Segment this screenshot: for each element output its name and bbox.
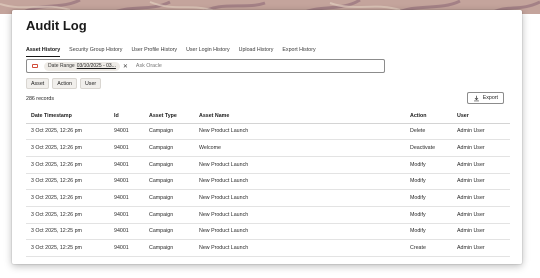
cell-asset-name: New Product Launch: [194, 156, 405, 174]
cell-action: Modify: [405, 173, 452, 191]
cell-asset-type: Campaign: [144, 156, 194, 174]
table-row[interactable]: 3 Oct 2025, 12:25 pm 94001 Campaign New …: [26, 239, 510, 257]
cell-asset-type: Campaign: [144, 139, 194, 157]
table-row[interactable]: 3 Oct 2025, 12:26 pm 94001 Campaign Welc…: [26, 139, 510, 157]
cell-id: 94001: [109, 223, 144, 241]
cell-id: 94001: [109, 123, 144, 141]
date-range-chip[interactable]: Date Range 03/10/2025 - 03...: [44, 61, 120, 71]
cell-user: Admin User: [452, 239, 510, 257]
column-header-asset-type[interactable]: Asset Type: [144, 110, 194, 124]
cell-asset-name: New Product Launch: [194, 123, 405, 141]
search-bar[interactable]: Date Range 03/10/2025 - 03... ✕: [26, 59, 385, 73]
cell-asset-name: New Product Launch: [194, 206, 405, 224]
cell-user: Admin User: [452, 139, 510, 157]
table-row[interactable]: 3 Oct 2025, 12:26 pm 94001 Campaign New …: [26, 189, 510, 207]
cell-date: 3 Oct 2025, 12:26 pm: [26, 156, 109, 174]
cell-date: 3 Oct 2025, 12:26 pm: [26, 189, 109, 207]
cell-asset-name: New Product Launch: [194, 173, 405, 191]
cell-action: Modify: [405, 156, 452, 174]
cell-id: 94001: [109, 173, 144, 191]
cell-id: 94001: [109, 206, 144, 224]
download-icon: [473, 95, 479, 101]
table-row[interactable]: 3 Oct 2025, 12:26 pm 94001 Campaign New …: [26, 173, 510, 191]
export-label: Export: [482, 95, 498, 101]
table-header: Date Timestamp Id Asset Type Asset Name …: [26, 110, 510, 124]
tab-user-login-history[interactable]: User Login History: [186, 47, 230, 57]
table-row[interactable]: 3 Oct 2025, 12:25 pm 94001 Campaign New …: [26, 223, 510, 241]
cell-user: Admin User: [452, 123, 510, 141]
quick-filters: Asset Action User: [26, 78, 102, 89]
cell-date: 3 Oct 2025, 12:25 pm: [26, 239, 109, 257]
tab-bar: Asset History Security Group History Use…: [26, 47, 325, 57]
cell-asset-name: New Product Launch: [194, 239, 405, 257]
cell-action: Delete: [405, 123, 452, 141]
cell-user: Admin User: [452, 156, 510, 174]
cell-action: Modify: [405, 206, 452, 224]
tab-upload-history[interactable]: Upload History: [239, 47, 274, 57]
column-header-date[interactable]: Date Timestamp: [26, 110, 109, 124]
cell-id: 94001: [109, 139, 144, 157]
column-header-action[interactable]: Action: [405, 110, 452, 124]
cell-user: Admin User: [452, 223, 510, 241]
page-title: Audit Log: [26, 18, 87, 33]
chip-value: 03/10/2025 - 03...: [76, 63, 116, 69]
audit-table: Date Timestamp Id Asset Type Asset Name …: [26, 110, 510, 257]
close-icon[interactable]: ✕: [123, 63, 128, 70]
search-input[interactable]: [135, 63, 256, 69]
filter-asset-button[interactable]: Asset: [26, 78, 50, 89]
cell-action: Create: [405, 239, 452, 257]
cell-date: 3 Oct 2025, 12:25 pm: [26, 223, 109, 241]
cell-asset-type: Campaign: [144, 189, 194, 207]
cell-user: Admin User: [452, 173, 510, 191]
cell-asset-name: Welcome: [194, 139, 405, 157]
cell-asset-type: Campaign: [144, 223, 194, 241]
column-header-user[interactable]: User: [452, 110, 510, 124]
cell-asset-type: Campaign: [144, 173, 194, 191]
filter-icon: [32, 64, 38, 68]
table-row[interactable]: 3 Oct 2025, 12:26 pm 94001 Campaign New …: [26, 206, 510, 224]
tab-asset-history[interactable]: Asset History: [26, 47, 61, 57]
cell-id: 94001: [109, 239, 144, 257]
cell-date: 3 Oct 2025, 12:26 pm: [26, 123, 109, 141]
column-header-asset-name[interactable]: Asset Name: [194, 110, 405, 124]
cell-date: 3 Oct 2025, 12:26 pm: [26, 173, 109, 191]
cell-action: Deactivate: [405, 139, 452, 157]
tab-user-profile-history[interactable]: User Profile History: [131, 47, 177, 57]
cell-id: 94001: [109, 189, 144, 207]
cell-asset-name: New Product Launch: [194, 189, 405, 207]
table-row[interactable]: 3 Oct 2025, 12:26 pm 94001 Campaign New …: [26, 123, 510, 141]
cell-action: Modify: [405, 189, 452, 207]
cell-asset-type: Campaign: [144, 206, 194, 224]
tab-export-history[interactable]: Export History: [282, 47, 315, 57]
filter-user-button[interactable]: User: [79, 78, 102, 89]
cell-id: 94001: [109, 156, 144, 174]
cell-asset-type: Campaign: [144, 123, 194, 141]
chip-label: Date Range: [48, 63, 75, 69]
cell-asset-name: New Product Launch: [194, 223, 405, 241]
cell-user: Admin User: [452, 206, 510, 224]
audit-log-panel: Audit Log Asset History Security Group H…: [12, 10, 522, 264]
tab-security-group-history[interactable]: Security Group History: [69, 47, 122, 57]
records-count: 286 records: [26, 96, 54, 102]
cell-date: 3 Oct 2025, 12:26 pm: [26, 206, 109, 224]
export-button[interactable]: Export: [466, 92, 504, 104]
column-header-id[interactable]: Id: [109, 110, 144, 124]
cell-action: Modify: [405, 223, 452, 241]
table-row[interactable]: 3 Oct 2025, 12:26 pm 94001 Campaign New …: [26, 156, 510, 174]
cell-asset-type: Campaign: [144, 239, 194, 257]
cell-date: 3 Oct 2025, 12:26 pm: [26, 139, 109, 157]
filter-action-button[interactable]: Action: [52, 78, 77, 89]
cell-user: Admin User: [452, 189, 510, 207]
